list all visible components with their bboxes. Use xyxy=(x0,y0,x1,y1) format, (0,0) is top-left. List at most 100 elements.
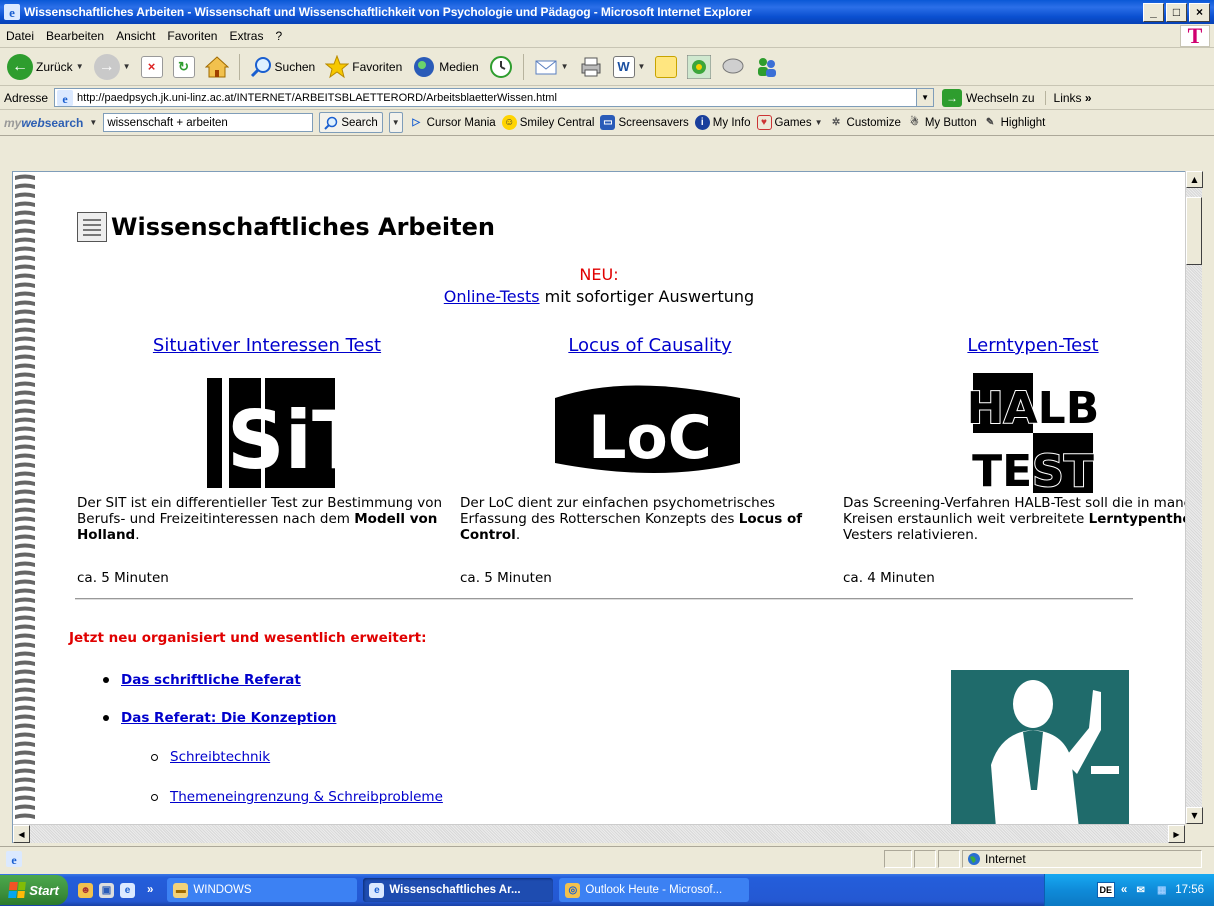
icq-button[interactable] xyxy=(684,53,714,81)
mail-tray-icon[interactable]: ✉ xyxy=(1133,883,1148,898)
online-tests-link[interactable]: Online-Tests xyxy=(444,287,540,306)
spiral-loop xyxy=(15,795,35,801)
spiral-loop xyxy=(15,192,35,198)
mail-dropdown-icon[interactable]: ▼ xyxy=(561,62,569,71)
spiral-loop xyxy=(15,381,35,387)
spiral-loop xyxy=(15,606,35,612)
cursor-mania-link[interactable]: ▷ Cursor Mania xyxy=(409,115,495,130)
minimize-button[interactable]: _ xyxy=(1143,2,1164,22)
menu-extras[interactable]: Extras xyxy=(223,29,269,43)
menu-help[interactable]: ? xyxy=(269,29,288,43)
folder-icon: ▬ xyxy=(173,882,189,898)
scroll-right-icon[interactable]: ▶ xyxy=(1168,825,1185,843)
address-input[interactable]: e http://paedpsych.jk.uni-linz.ac.at/INT… xyxy=(54,88,935,107)
messenger-button[interactable] xyxy=(718,54,748,80)
spiral-loop xyxy=(15,345,35,351)
taskbar-windows-folder[interactable]: ▬ WINDOWS xyxy=(167,878,358,902)
language-indicator[interactable]: DE xyxy=(1096,882,1115,898)
scroll-down-icon[interactable]: ▼ xyxy=(1186,807,1203,824)
back-button[interactable]: ← Zurück ▼ xyxy=(4,52,87,82)
media-button[interactable]: Medien xyxy=(409,53,481,81)
people-button[interactable] xyxy=(752,53,782,81)
halb-link[interactable]: Lerntypen-Test xyxy=(967,335,1098,356)
go-button[interactable]: → Wechseln zu xyxy=(942,88,1035,107)
taskbar-ie-window[interactable]: e Wissenschaftliches Ar... xyxy=(363,878,554,902)
ie-quicklaunch-icon[interactable]: e xyxy=(120,882,135,898)
referat-konzeption-link[interactable]: Das Referat: Die Konzeption xyxy=(121,710,336,726)
horizontal-scrollbar[interactable]: ◀ ▶ xyxy=(13,824,1185,843)
back-dropdown-icon[interactable]: ▼ xyxy=(76,62,84,71)
menu-datei[interactable]: Datei xyxy=(0,29,40,43)
stop-button[interactable]: × xyxy=(138,54,166,80)
my-button-link[interactable]: ☃ My Button xyxy=(907,115,977,130)
mywebsearch-logo[interactable]: mywebsearch xyxy=(4,116,83,130)
chevron-right-icon: » xyxy=(1084,90,1092,105)
refresh-button[interactable]: ↻ xyxy=(170,54,198,80)
search-query-input[interactable]: wissenschaft + arbeiten xyxy=(103,113,314,132)
search-options-dropdown[interactable]: ▼ xyxy=(388,112,403,133)
start-button[interactable]: Start xyxy=(0,875,68,905)
address-dropdown-icon[interactable]: ▼ xyxy=(916,89,934,106)
print-button[interactable] xyxy=(576,54,606,80)
forward-arrow-icon: → xyxy=(93,53,120,80)
window-title-bar[interactable]: e Wissenschaftliches Arbeiten - Wissensc… xyxy=(0,0,1214,24)
sit-link[interactable]: Situativer Interessen Test xyxy=(153,335,381,356)
online-tests-rest: mit sofortiger Auswertung xyxy=(539,287,755,306)
games-link[interactable]: ♥ Games ▼ xyxy=(756,115,823,130)
forward-dropdown-icon[interactable]: ▼ xyxy=(123,62,131,71)
customize-link[interactable]: ✲ Customize xyxy=(829,115,901,130)
edit-button[interactable]: W ▼ xyxy=(610,54,649,80)
menu-favoriten[interactable]: Favoriten xyxy=(161,29,223,43)
schreibtechnik-link[interactable]: Schreibtechnik xyxy=(170,749,270,765)
scroll-thumb[interactable] xyxy=(1186,197,1202,265)
close-button[interactable]: × xyxy=(1189,2,1210,22)
schriftliche-referat-link[interactable]: Das schriftliche Referat xyxy=(121,672,301,688)
svg-text:HALB: HALB xyxy=(968,383,1098,434)
loc-link[interactable]: Locus of Causality xyxy=(568,335,731,356)
ie-icon: e xyxy=(369,882,385,898)
themeneingrenzung-link[interactable]: Themeneingrenzung & Schreibprobleme xyxy=(170,789,443,805)
notes-button[interactable] xyxy=(652,54,680,80)
printer-icon xyxy=(581,57,601,76)
my-info-link[interactable]: i My Info xyxy=(694,115,751,130)
page-content: Wissenschaftliches Arbeiten NEU: Online-… xyxy=(13,172,1185,824)
test-sit-description: Der SIT ist ein differentieller Test zur… xyxy=(77,495,443,543)
taskbar-folder-label: WINDOWS xyxy=(193,884,252,896)
scroll-up-icon[interactable]: ▲ xyxy=(1186,171,1203,188)
scrollbar-corner xyxy=(1185,824,1202,843)
home-button[interactable] xyxy=(202,54,232,80)
edit-dropdown-icon[interactable]: ▼ xyxy=(638,62,646,71)
search-button[interactable]: Suchen xyxy=(247,54,319,80)
desktop-quicklaunch-icon[interactable]: ▣ xyxy=(99,882,114,898)
scroll-left-icon[interactable]: ◀ xyxy=(13,825,30,843)
tray-expand-icon[interactable]: « xyxy=(1121,884,1127,896)
app-quicklaunch-icon[interactable]: ☻ xyxy=(78,882,93,898)
screensavers-link[interactable]: ▭ Screensavers xyxy=(600,115,689,130)
favorites-button[interactable]: Favoriten xyxy=(322,53,405,81)
forward-button[interactable]: → ▼ xyxy=(91,52,134,82)
menu-ansicht[interactable]: Ansicht xyxy=(110,29,161,43)
spiral-loop xyxy=(15,390,35,396)
links-button[interactable]: Links » xyxy=(1044,90,1092,105)
taskbar-outlook-window[interactable]: ◎ Outlook Heute - Microsof... xyxy=(559,878,750,902)
quicklaunch-chevron-icon[interactable]: » xyxy=(147,884,153,896)
mywebsearch-dropdown-icon[interactable]: ▼ xyxy=(89,118,97,127)
sit-logo[interactable]: SiT xyxy=(177,368,357,498)
loc-logo[interactable]: LoC xyxy=(550,368,750,498)
maximize-button[interactable]: □ xyxy=(1166,2,1187,22)
smiley-central-link[interactable]: ☺ Smiley Central xyxy=(501,115,594,130)
history-button[interactable] xyxy=(486,53,516,81)
halb-test-logo[interactable]: HALB TEST xyxy=(968,368,1098,498)
search-submit-button[interactable]: Search xyxy=(319,112,383,133)
mail-button[interactable]: ▼ xyxy=(531,54,572,80)
network-tray-icon[interactable]: ▦ xyxy=(1154,883,1169,898)
security-zone[interactable]: Internet xyxy=(962,849,1202,868)
test-loc-title: Locus of Causality xyxy=(460,335,840,356)
games-dropdown-icon[interactable]: ▼ xyxy=(815,118,823,127)
menu-bearbeiten[interactable]: Bearbeiten xyxy=(40,29,110,43)
back-arrow-icon: ← xyxy=(7,53,33,80)
vertical-scrollbar[interactable]: ▲ ▼ xyxy=(1185,171,1203,824)
highlight-link[interactable]: ✎ Highlight xyxy=(983,115,1045,130)
svg-text:e: e xyxy=(9,5,15,20)
test-loc-description: Der LoC dient zur einfachen psychometris… xyxy=(460,495,803,543)
